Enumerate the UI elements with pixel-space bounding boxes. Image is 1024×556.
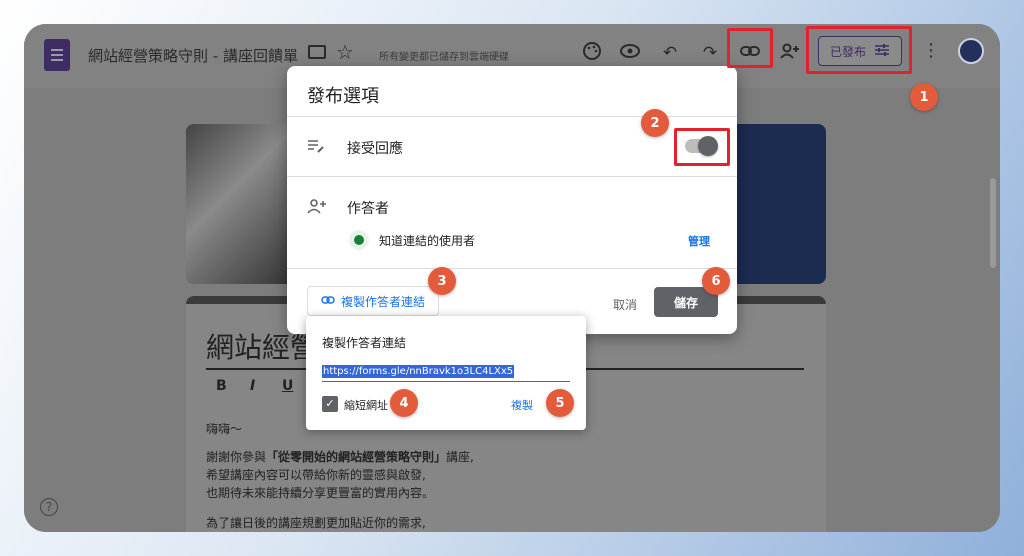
cancel-button[interactable]: 取消 [613, 296, 637, 313]
step-badge-4: 4 [390, 389, 418, 417]
divider [287, 268, 737, 269]
publish-options-dialog: 發布選項 接受回應 作答者 知道連結的使用者 管理 複製作答者連結 取消 儲存 [287, 66, 737, 334]
responses-icon [307, 138, 325, 158]
avatar[interactable] [958, 38, 984, 64]
copy-responder-link-label: 複製作答者連結 [340, 294, 425, 309]
redo-icon[interactable]: ↷ [698, 41, 722, 65]
palette-icon[interactable] [580, 41, 604, 65]
help-icon[interactable]: ? [40, 498, 58, 516]
responders-label: 作答者 [347, 201, 389, 217]
shorten-url-label: 縮短網址 [344, 399, 388, 412]
responder-link-field[interactable]: https://forms.gle/nnBravk1o3LC4LXx5 [322, 364, 570, 382]
manage-link[interactable]: 管理 [688, 233, 710, 249]
preview-icon[interactable] [618, 41, 642, 65]
step-badge-3: 3 [428, 267, 456, 295]
responders-icon [307, 198, 327, 218]
form-description-line-1: 謝謝你參與「從零開始的網站經營策略守則」講座, [206, 450, 474, 464]
shorten-url-checkbox[interactable]: ✓ [322, 396, 338, 412]
popup-title: 複製作答者連結 [322, 336, 407, 350]
divider [287, 176, 737, 177]
app-window: 網站經營策略守則 - 講座回饋單 ☆ 所有變更都已儲存到雲端硬碟 ↶ ↷ 已發布… [24, 24, 1000, 532]
responders-value: 知道連結的使用者 [379, 234, 476, 248]
link-icon [321, 294, 335, 308]
form-description-line-3: 也期待未來能持續分享更豐富的實用內容。 [206, 486, 435, 500]
highlight-toggle [674, 128, 730, 166]
forms-logo-icon[interactable] [44, 39, 70, 71]
star-icon[interactable]: ☆ [336, 40, 354, 64]
form-description-line-4: 為了讓日後的講座規劃更加貼近你的需求, [206, 516, 426, 530]
step-badge-6: 6 [702, 267, 730, 295]
folder-icon[interactable] [308, 45, 326, 59]
underline-format-button[interactable]: U [282, 378, 293, 394]
more-icon[interactable]: ⋮ [922, 40, 940, 61]
dialog-title: 發布選項 [307, 86, 379, 107]
step-badge-5: 5 [546, 389, 574, 417]
highlight-link-icon [727, 28, 773, 68]
bold-format-button[interactable]: B [216, 378, 227, 394]
scrollbar[interactable] [990, 178, 996, 268]
document-title[interactable]: 網站經營策略守則 - 講座回饋單 [88, 45, 298, 66]
form-greeting: 嗨嗨～ [206, 422, 243, 436]
step-badge-2: 2 [641, 109, 669, 137]
globe-icon [349, 230, 369, 250]
step-badge-1: 1 [910, 83, 938, 111]
italic-format-button[interactable]: I [250, 378, 255, 394]
copy-responder-link-button[interactable]: 複製作答者連結 [307, 286, 439, 316]
divider [287, 116, 737, 117]
undo-icon[interactable]: ↶ [658, 41, 682, 65]
copy-button[interactable]: 複製 [511, 397, 533, 413]
accept-responses-label: 接受回應 [347, 141, 403, 157]
highlight-published-button [806, 26, 912, 74]
save-status: 所有變更都已儲存到雲端硬碟 [379, 52, 509, 63]
form-description-line-2: 希望講座內容可以帶給你新的靈感與啟發, [206, 468, 426, 482]
responder-link-url[interactable]: https://forms.gle/nnBravk1o3LC4LXx5 [322, 365, 515, 378]
add-collaborator-icon[interactable] [778, 41, 802, 65]
copy-link-popup: 複製作答者連結 https://forms.gle/nnBravk1o3LC4L… [306, 316, 586, 430]
